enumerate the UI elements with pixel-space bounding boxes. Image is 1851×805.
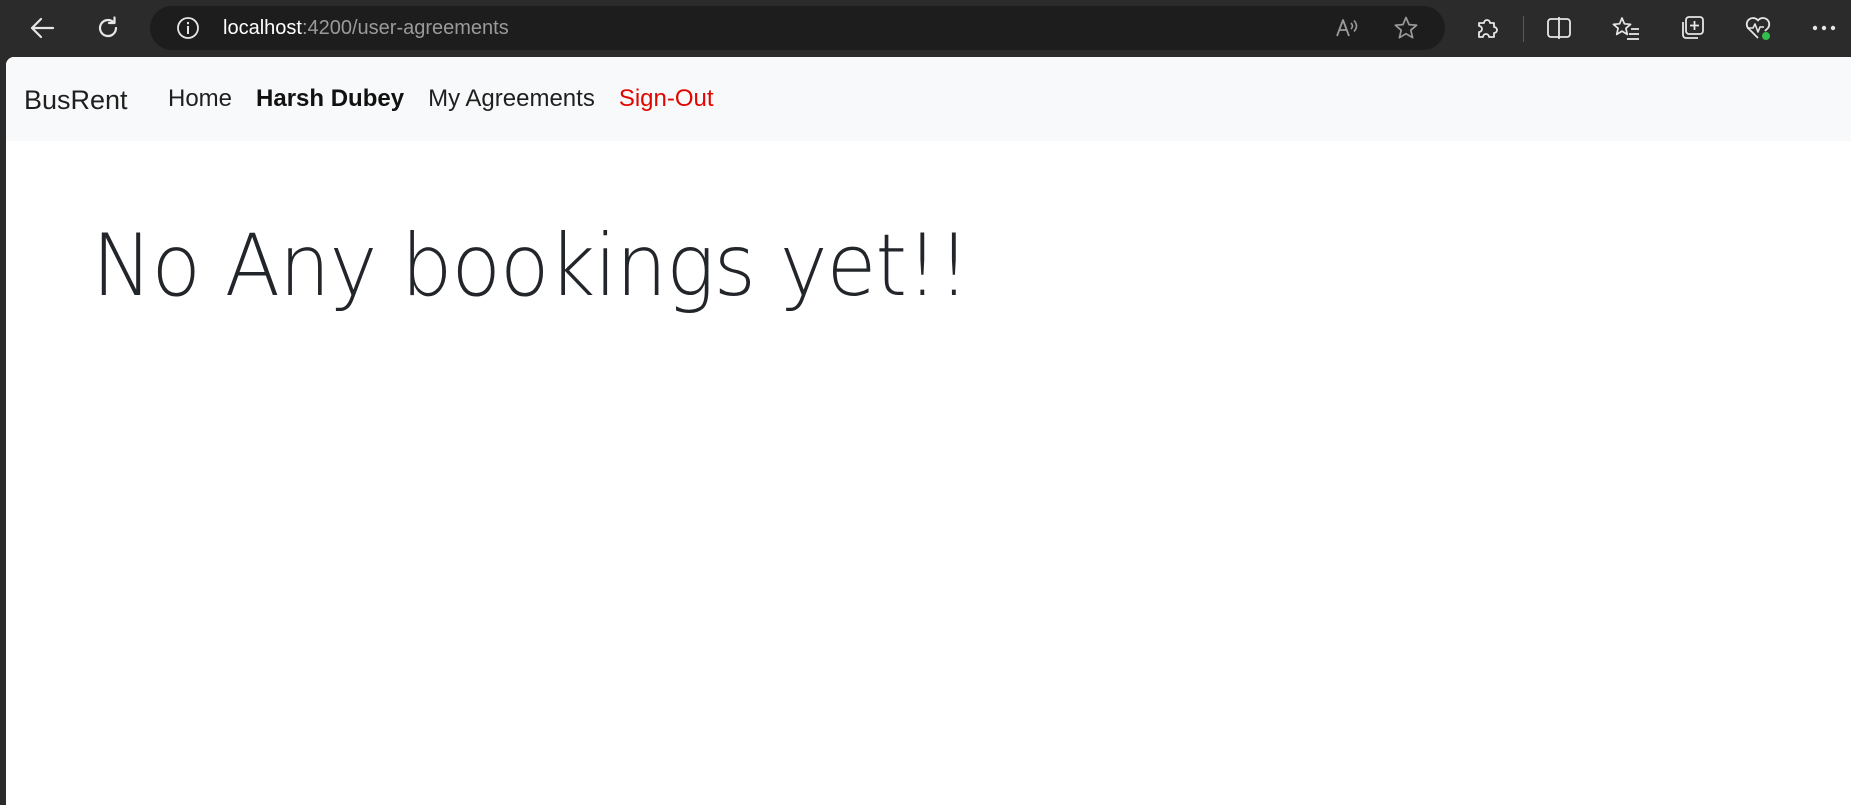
heartbeat-icon (1745, 17, 1771, 40)
url-text[interactable]: localhost:4200/user-agreements (223, 6, 509, 50)
back-button[interactable] (22, 9, 62, 47)
split-screen-button[interactable] (1539, 9, 1579, 47)
address-bar[interactable]: localhost:4200/user-agreements (150, 6, 1445, 50)
extensions-button[interactable] (1467, 9, 1507, 47)
favorites-button[interactable] (1606, 9, 1646, 47)
collections-icon (1682, 16, 1704, 39)
favorites-list-icon (1612, 17, 1639, 40)
back-arrow-icon (30, 17, 55, 39)
puzzle-icon (1478, 19, 1498, 38)
nav-home-link[interactable]: Home (156, 81, 244, 117)
browser-toolbar: localhost:4200/user-agreements (0, 0, 1851, 57)
nav-my-agreements-link[interactable]: My Agreements (416, 81, 607, 117)
nav-sign-out-link[interactable]: Sign-Out (607, 81, 726, 117)
nav-links: Home Harsh Dubey My Agreements Sign-Out (156, 57, 726, 141)
info-icon[interactable] (166, 6, 210, 50)
url-path: :4200/user-agreements (301, 17, 509, 39)
read-aloud-icon[interactable] (1326, 6, 1370, 50)
ellipsis-icon (1812, 25, 1836, 31)
url-host: localhost (223, 17, 302, 39)
more-menu-button[interactable] (1804, 9, 1844, 47)
refresh-icon (98, 16, 118, 38)
toolbar-separator (1523, 16, 1524, 42)
site-navbar: BusRent Home Harsh Dubey My Agreements S… (6, 57, 1851, 141)
star-icon[interactable] (1384, 6, 1428, 50)
refresh-button[interactable] (88, 9, 128, 47)
empty-bookings-message: No Any bookings yet!! (92, 216, 970, 316)
nav-user-name[interactable]: Harsh Dubey (244, 81, 416, 117)
split-screen-icon (1547, 17, 1571, 39)
brand-link[interactable]: BusRent (24, 57, 128, 141)
page-viewport: BusRent Home Harsh Dubey My Agreements S… (6, 57, 1851, 805)
browser-essentials-button[interactable] (1738, 9, 1778, 47)
collections-button[interactable] (1672, 9, 1712, 47)
